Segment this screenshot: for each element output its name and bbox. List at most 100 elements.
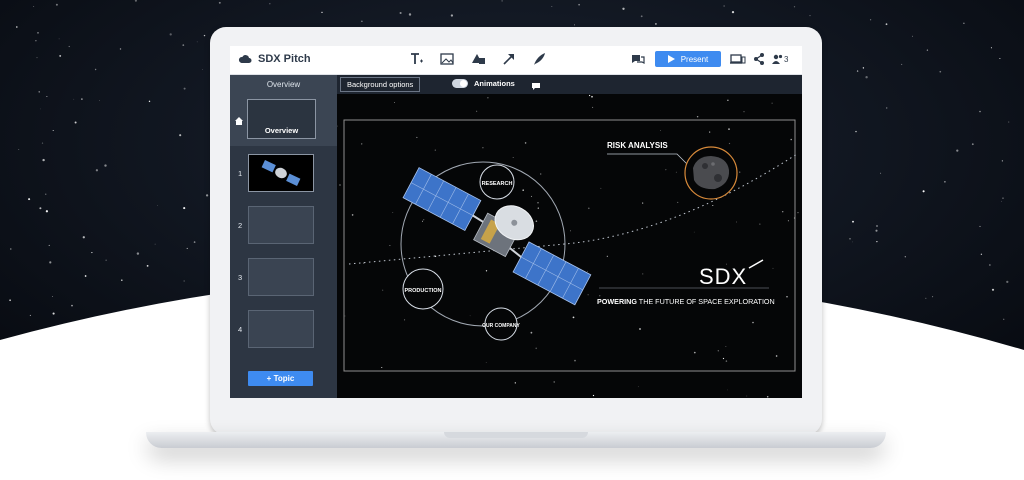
star bbox=[530, 331, 533, 334]
star bbox=[587, 207, 590, 210]
star bbox=[48, 244, 50, 246]
star bbox=[809, 15, 811, 17]
slide-item[interactable]: 4 bbox=[230, 310, 337, 354]
collaborators-icon[interactable] bbox=[772, 51, 784, 72]
star bbox=[537, 207, 539, 209]
star bbox=[182, 44, 185, 46]
topic-node-our-company[interactable]: OUR COMPANY bbox=[482, 307, 521, 341]
slide-thumbnail[interactable] bbox=[248, 258, 314, 296]
star bbox=[157, 204, 158, 206]
star bbox=[269, 3, 271, 5]
star bbox=[41, 142, 44, 144]
star bbox=[856, 70, 859, 72]
slide-canvas: RESEARCH PRODUCTION OUR COMPANY RISK ANA… bbox=[337, 94, 802, 398]
star bbox=[999, 58, 1001, 59]
star bbox=[1006, 280, 1009, 284]
star bbox=[963, 22, 965, 24]
toggle-knob bbox=[460, 80, 467, 87]
animations-toggle[interactable] bbox=[452, 79, 468, 88]
star bbox=[28, 198, 31, 201]
star bbox=[885, 23, 888, 26]
logo-swoosh bbox=[748, 259, 764, 269]
star bbox=[793, 6, 796, 8]
solar-panel-right bbox=[512, 241, 592, 306]
star bbox=[84, 275, 87, 277]
star bbox=[642, 273, 644, 275]
star bbox=[351, 214, 354, 216]
slide-item[interactable]: 2 bbox=[230, 206, 337, 250]
star bbox=[727, 99, 729, 101]
cloud-icon[interactable] bbox=[238, 52, 252, 70]
overview-thumbnail[interactable]: Overview bbox=[247, 99, 316, 139]
slide-thumbnail[interactable] bbox=[248, 310, 314, 348]
star bbox=[869, 19, 872, 21]
star bbox=[382, 289, 384, 291]
arrow-tool-icon[interactable] bbox=[502, 51, 516, 72]
star bbox=[121, 279, 123, 281]
star bbox=[926, 49, 929, 51]
star bbox=[487, 97, 489, 99]
star bbox=[183, 87, 186, 90]
slide-thumbnail[interactable] bbox=[248, 206, 314, 244]
text-tool-icon[interactable] bbox=[410, 51, 424, 72]
comments-icon[interactable] bbox=[630, 51, 646, 72]
shapes-tool-icon[interactable] bbox=[471, 51, 487, 72]
sidebar-header[interactable]: Overview bbox=[230, 75, 337, 94]
star bbox=[880, 172, 882, 174]
star bbox=[885, 107, 888, 109]
star bbox=[696, 115, 699, 118]
star bbox=[990, 47, 992, 49]
slide-item[interactable]: 1 bbox=[230, 154, 337, 198]
star bbox=[876, 240, 878, 243]
star bbox=[852, 220, 854, 223]
star bbox=[148, 100, 151, 103]
star bbox=[196, 41, 198, 43]
topic-node-research[interactable]: RESEARCH bbox=[479, 164, 515, 200]
star bbox=[932, 296, 934, 298]
star bbox=[1002, 197, 1004, 199]
star bbox=[91, 252, 93, 254]
star bbox=[186, 247, 188, 249]
star bbox=[739, 171, 741, 173]
image-tool-icon[interactable] bbox=[440, 51, 454, 72]
share-icon[interactable] bbox=[753, 51, 765, 72]
star bbox=[677, 201, 679, 203]
star bbox=[971, 143, 974, 146]
slide-thumbnail[interactable] bbox=[248, 154, 314, 192]
star bbox=[979, 225, 981, 227]
star bbox=[119, 48, 122, 50]
star bbox=[637, 386, 639, 388]
star bbox=[476, 110, 478, 112]
sdx-logo: SDX bbox=[699, 259, 764, 289]
device-preview-icon[interactable] bbox=[730, 51, 746, 72]
risk-analysis-node[interactable] bbox=[684, 146, 738, 200]
star bbox=[485, 270, 488, 272]
draw-tool-icon[interactable] bbox=[532, 51, 546, 72]
topic-label: OUR COMPANY bbox=[482, 323, 520, 329]
tagline-bold: POWERING bbox=[597, 297, 637, 306]
star bbox=[709, 131, 711, 133]
topic-node-production[interactable]: PRODUCTION bbox=[402, 268, 444, 310]
star bbox=[45, 193, 47, 195]
star bbox=[606, 255, 608, 257]
star bbox=[514, 382, 516, 384]
star bbox=[38, 91, 40, 93]
star bbox=[728, 142, 731, 145]
star bbox=[15, 26, 18, 28]
star bbox=[862, 67, 865, 69]
star bbox=[588, 94, 591, 97]
star bbox=[904, 256, 906, 258]
star bbox=[59, 54, 62, 57]
star bbox=[712, 204, 714, 207]
star bbox=[408, 13, 412, 16]
star bbox=[179, 134, 182, 137]
star bbox=[592, 106, 594, 108]
star bbox=[640, 15, 643, 18]
slide-item[interactable]: 3 bbox=[230, 258, 337, 302]
home-icon[interactable] bbox=[235, 112, 243, 130]
star bbox=[450, 14, 454, 17]
background-options-button[interactable]: Background options bbox=[340, 77, 421, 92]
star bbox=[1003, 318, 1005, 320]
add-topic-button[interactable]: + Topic bbox=[248, 371, 313, 386]
present-button[interactable]: Present bbox=[655, 51, 721, 67]
